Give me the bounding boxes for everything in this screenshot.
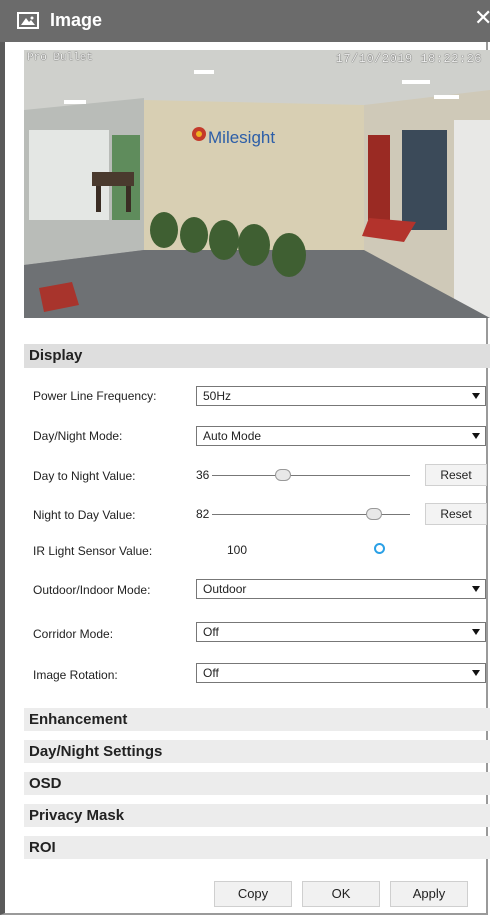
privacy-mask-section-header[interactable]: Privacy Mask (24, 804, 490, 827)
outdoor-indoor-label: Outdoor/Indoor Mode: (33, 583, 151, 597)
outdoor-indoor-value: Outdoor (203, 582, 247, 596)
roi-section-header[interactable]: ROI (24, 836, 490, 859)
copy-button[interactable]: Copy (214, 881, 292, 907)
image-icon (17, 12, 39, 29)
day-to-night-slider-track[interactable] (212, 475, 410, 476)
outdoor-indoor-select[interactable]: Outdoor (196, 579, 486, 599)
chevron-down-icon (472, 629, 480, 635)
close-icon[interactable]: ✕ (474, 7, 490, 29)
display-section-title: Display (29, 347, 83, 364)
wall-logo-text: Milesight (208, 128, 275, 147)
day-night-settings-section-header[interactable]: Day/Night Settings (24, 740, 490, 763)
night-to-day-reset-button[interactable]: Reset (425, 503, 487, 525)
live-video-preview: Milesight Pro Bullet 17/10/2019 18:22:26 (24, 50, 490, 318)
enhancement-section-header[interactable]: Enhancement (24, 708, 490, 731)
title-bar: Image ✕ (0, 0, 490, 42)
day-to-night-slider-thumb[interactable] (275, 469, 292, 481)
image-rotation-label: Image Rotation: (33, 668, 118, 682)
enhancement-section-title: Enhancement (29, 711, 128, 728)
osd-section-title: OSD (29, 775, 62, 792)
day-night-mode-label: Day/Night Mode: (33, 429, 123, 443)
corridor-mode-select[interactable]: Off (196, 622, 486, 642)
window-title: Image (50, 10, 103, 30)
night-to-day-value: 82 (196, 507, 210, 521)
privacy-mask-section-title: Privacy Mask (29, 807, 125, 824)
chevron-down-icon (472, 393, 480, 399)
day-to-night-label: Day to Night Value: (33, 469, 136, 483)
osd-camera-name: Pro Bullet (27, 52, 94, 64)
apply-button[interactable]: Apply (390, 881, 468, 907)
image-rotation-value: Off (203, 666, 219, 680)
osd-timestamp: 17/10/2019 18:22:26 (335, 52, 482, 66)
day-night-settings-section-title: Day/Night Settings (29, 743, 163, 760)
roi-section-title: ROI (29, 839, 56, 856)
power-line-frequency-value: 50Hz (203, 389, 232, 403)
power-line-frequency-label: Power Line Frequency: (33, 389, 157, 403)
day-night-mode-value: Auto Mode (203, 429, 262, 443)
day-to-night-value: 36 (196, 468, 210, 482)
day-to-night-reset-button[interactable]: Reset (425, 464, 487, 486)
refresh-icon[interactable] (374, 543, 385, 554)
chevron-down-icon (472, 586, 480, 592)
display-section-header[interactable]: Display (24, 344, 490, 368)
night-to-day-slider-thumb[interactable] (366, 508, 383, 520)
osd-section-header[interactable]: OSD (24, 772, 490, 795)
image-rotation-select[interactable]: Off (196, 663, 486, 683)
ok-button[interactable]: OK (302, 881, 380, 907)
chevron-down-icon (472, 433, 480, 439)
corridor-mode-value: Off (203, 625, 219, 639)
power-line-frequency-select[interactable]: 50Hz (196, 386, 486, 406)
ir-light-sensor-label: IR Light Sensor Value: (33, 544, 153, 558)
day-night-mode-select[interactable]: Auto Mode (196, 426, 486, 446)
corridor-mode-label: Corridor Mode: (33, 627, 114, 641)
ir-light-sensor-value: 100 (227, 543, 248, 557)
chevron-down-icon (472, 670, 480, 676)
night-to-day-label: Night to Day Value: (33, 508, 136, 522)
camera-scene-image: Milesight (24, 50, 490, 318)
